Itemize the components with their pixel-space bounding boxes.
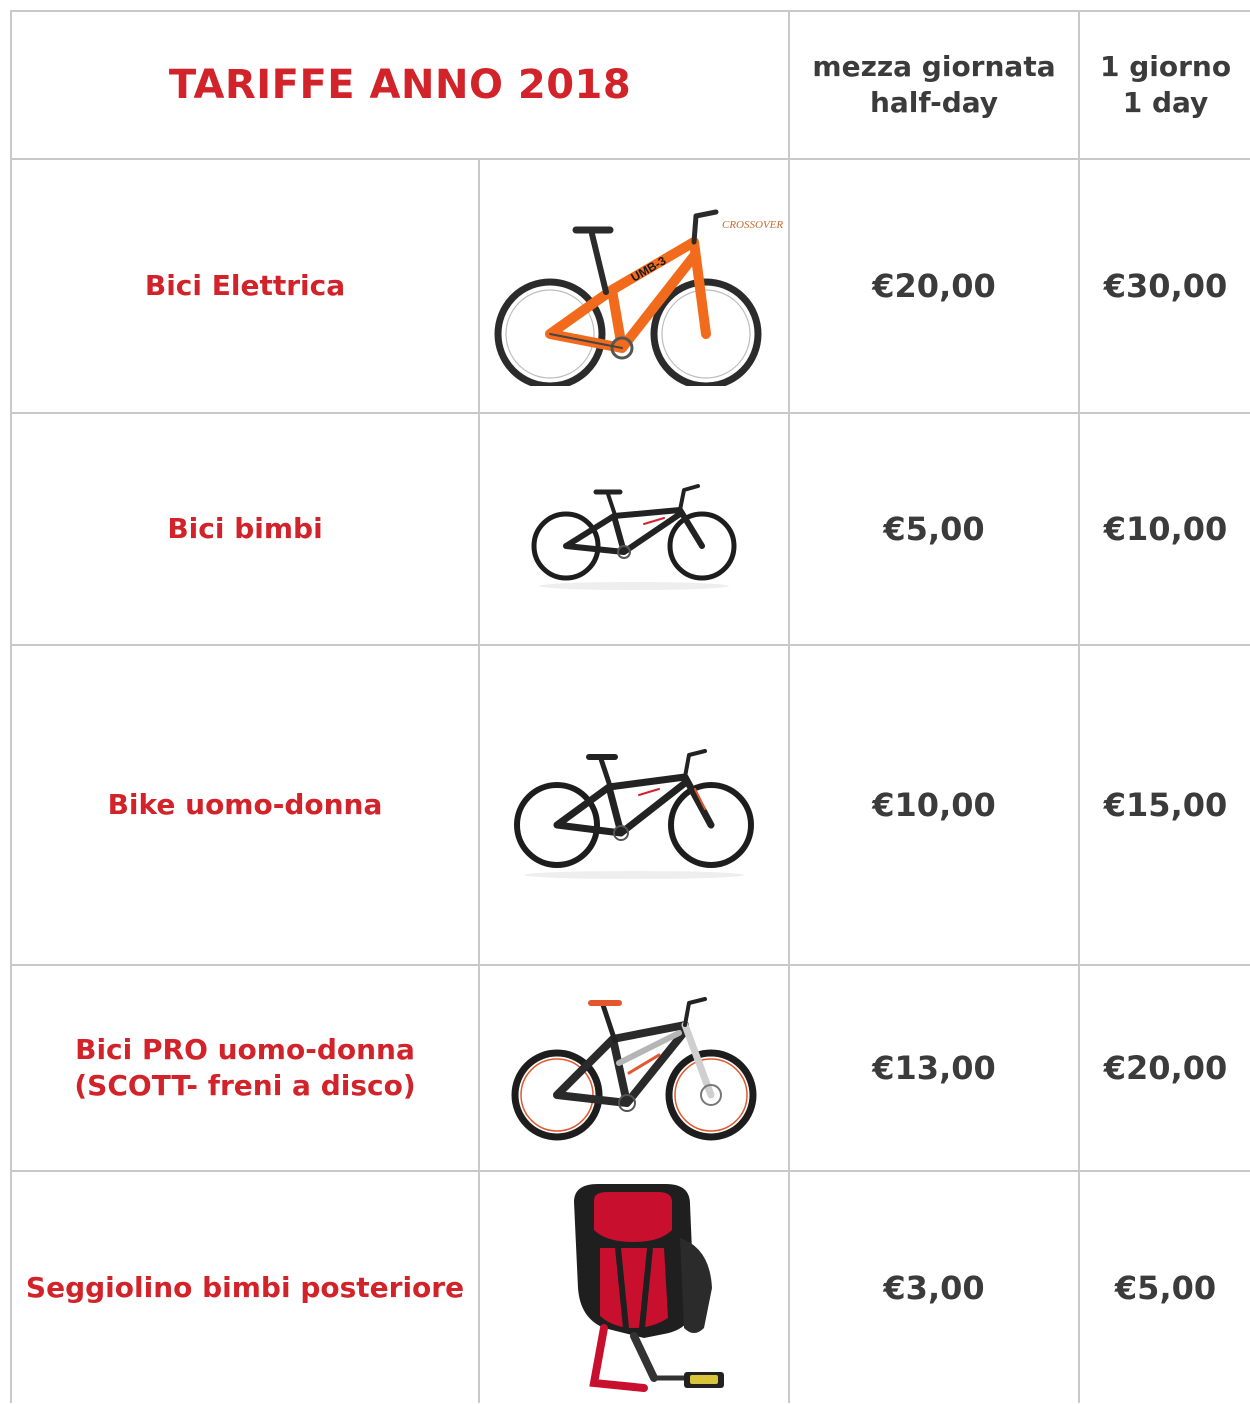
kids-bike-icon xyxy=(531,484,737,590)
item-name-detail: (SCOTT- freni a disco) xyxy=(74,1069,416,1102)
half-day-price-cell: €20,00 xyxy=(788,158,1081,414)
tariff-table: TARIFFE ANNO 2018 mezza giornata half-da… xyxy=(9,10,1250,1403)
table-row: Bike uomo-donna €10,00 €15,00 xyxy=(10,644,1250,966)
table-row: Bici Elettrica CROSSOVER UMB-3 €20,00 €3… xyxy=(10,158,1250,414)
half-day-price: €13,00 xyxy=(872,1049,996,1087)
table-row: Bici PRO uomo-donna (SCOTT- freni a disc… xyxy=(10,964,1250,1172)
item-name: Bici Elettrica xyxy=(144,269,346,302)
table-row: Seggiolino bimbi posteriore €3,00 €5,00 xyxy=(10,1170,1250,1403)
half-day-price-cell: €13,00 xyxy=(788,964,1081,1172)
item-name-cell: Bici bimbi xyxy=(10,412,480,646)
full-day-price-cell: €10,00 xyxy=(1078,412,1250,646)
frame-text: UMB-3 xyxy=(629,253,669,284)
table-header-row: TARIFFE ANNO 2018 mezza giornata half-da… xyxy=(9,10,1250,160)
half-day-header-it: mezza giornata xyxy=(812,50,1056,83)
full-day-price-cell: €15,00 xyxy=(1078,644,1250,966)
item-name: Seggiolino bimbi posteriore xyxy=(25,1270,465,1304)
full-day-header-en: 1 day xyxy=(1122,86,1209,119)
item-name-cell: Bike uomo-donna xyxy=(10,644,480,966)
item-image-cell xyxy=(477,964,791,1172)
pro-bike-icon xyxy=(511,997,757,1141)
item-image-cell xyxy=(477,1170,791,1403)
full-day-header: 1 giorno 1 day xyxy=(1078,10,1250,160)
item-name-cell: Seggiolino bimbi posteriore xyxy=(10,1170,480,1403)
full-day-price: €15,00 xyxy=(1103,786,1228,824)
page-title: TARIFFE ANNO 2018 xyxy=(168,62,632,108)
half-day-price: €3,00 xyxy=(883,1268,985,1307)
price-sheet: TARIFFE ANNO 2018 mezza giornata half-da… xyxy=(9,10,1250,1404)
half-day-header-en: half-day xyxy=(869,86,999,119)
item-name-cell: Bici PRO uomo-donna (SCOTT- freni a disc… xyxy=(10,964,480,1172)
half-day-price: €20,00 xyxy=(872,267,996,305)
full-day-price-cell: €20,00 xyxy=(1078,964,1250,1172)
item-name: Bici bimbi xyxy=(167,512,323,545)
adult-bike-icon xyxy=(514,749,754,879)
full-day-price-cell: €5,00 xyxy=(1078,1170,1250,1403)
half-day-price-cell: €3,00 xyxy=(788,1170,1081,1403)
full-day-price: €20,00 xyxy=(1103,1049,1228,1087)
full-day-price: €10,00 xyxy=(1103,510,1228,548)
table-row: Bici bimbi €5,00 €10,00 xyxy=(10,412,1250,646)
half-day-price: €5,00 xyxy=(883,510,985,548)
half-day-price-cell: €5,00 xyxy=(788,412,1081,646)
item-image-cell xyxy=(477,644,791,966)
electric-bike-icon: CROSSOVER UMB-3 xyxy=(494,209,783,386)
child-seat-icon xyxy=(574,1183,724,1392)
item-name: Bici PRO uomo-donna xyxy=(75,1033,415,1066)
full-day-price-cell: €30,00 xyxy=(1078,158,1250,414)
half-day-price: €10,00 xyxy=(872,786,996,824)
half-day-header: mezza giornata half-day xyxy=(788,10,1081,160)
half-day-price-cell: €10,00 xyxy=(788,644,1081,966)
brand-text: CROSSOVER xyxy=(722,219,783,231)
full-day-price: €30,00 xyxy=(1103,267,1228,305)
item-name: Bike uomo-donna xyxy=(107,788,383,821)
title-cell: TARIFFE ANNO 2018 xyxy=(9,10,791,160)
full-day-price: €5,00 xyxy=(1114,1268,1217,1307)
full-day-header-it: 1 giorno xyxy=(1099,50,1232,83)
item-name-cell: Bici Elettrica xyxy=(10,158,480,414)
item-image-cell: CROSSOVER UMB-3 xyxy=(477,158,791,414)
item-image-cell xyxy=(477,412,791,646)
